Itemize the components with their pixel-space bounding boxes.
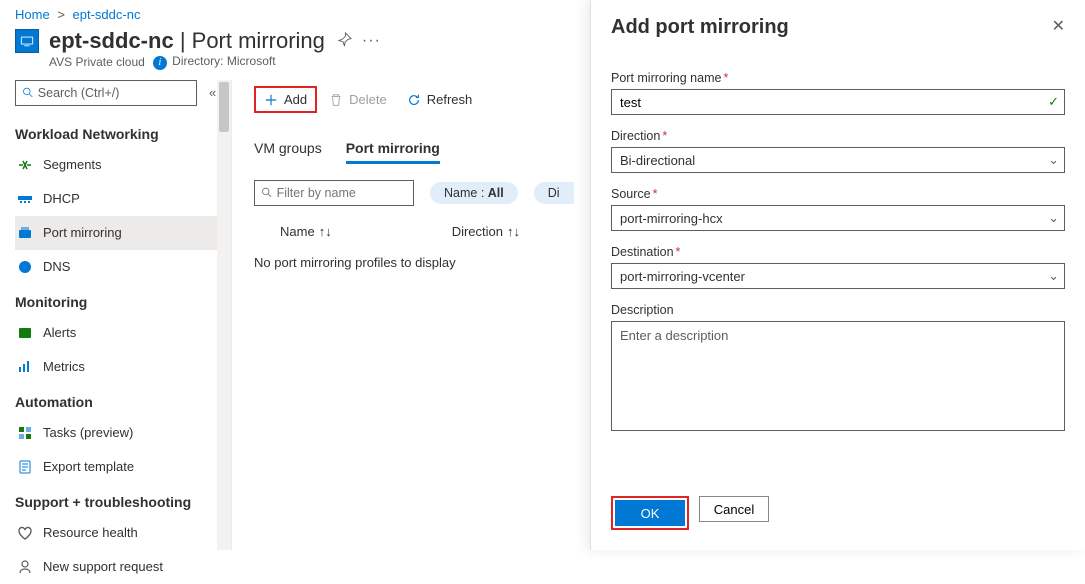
nav-group-monitoring: Monitoring — [15, 284, 231, 316]
page-title: ept-sddc-nc | Port mirroring — [49, 28, 325, 54]
nav-group-support: Support + troubleshooting — [15, 484, 231, 516]
search-icon — [261, 186, 273, 199]
resource-icon — [15, 29, 39, 53]
nav-alerts[interactable]: Alerts — [15, 316, 231, 350]
nav-resource-health[interactable]: Resource health — [15, 516, 231, 550]
chevron-down-icon: ⌄ — [1048, 210, 1059, 226]
close-icon[interactable]: ✕ — [1052, 16, 1065, 36]
nav-new-support[interactable]: New support request — [15, 550, 231, 584]
refresh-icon — [407, 93, 421, 107]
export-template-icon — [17, 459, 33, 475]
breadcrumb-resource[interactable]: ept-sddc-nc — [73, 7, 141, 22]
label-name: Port mirroring name* — [611, 71, 1065, 85]
valid-check-icon: ✓ — [1048, 94, 1059, 110]
sidebar-search[interactable] — [15, 80, 197, 106]
select-destination[interactable]: port-mirroring-vcenter — [611, 263, 1065, 289]
breadcrumb-home[interactable]: Home — [15, 7, 50, 22]
tasks-icon — [17, 425, 33, 441]
nav-port-mirroring[interactable]: Port mirroring — [15, 216, 231, 250]
panel-title: Add port mirroring — [611, 16, 789, 39]
plus-icon — [264, 93, 278, 107]
filter-pill-direction[interactable]: Di — [534, 182, 574, 204]
nav-dhcp[interactable]: DHCP — [15, 182, 231, 216]
nav-dns[interactable]: DNS — [15, 250, 231, 284]
filter-pill-name[interactable]: Name : All — [430, 182, 518, 204]
column-direction[interactable]: Direction ↑↓ — [452, 224, 520, 239]
nav-tasks[interactable]: Tasks (preview) — [15, 416, 231, 450]
nav-group-automation: Automation — [15, 384, 231, 416]
select-direction[interactable]: Bi-directional — [611, 147, 1065, 173]
dhcp-icon — [17, 191, 33, 207]
port-mirroring-icon — [17, 225, 33, 241]
chevron-down-icon: ⌄ — [1048, 152, 1059, 168]
nav-group-networking: Workload Networking — [15, 116, 231, 148]
pin-icon[interactable] — [337, 32, 352, 50]
nav-segments[interactable]: Segments — [15, 148, 231, 182]
delete-button: Delete — [321, 88, 395, 111]
resource-health-icon — [17, 525, 33, 541]
input-name[interactable] — [611, 89, 1065, 115]
label-source: Source* — [611, 187, 1065, 201]
refresh-button[interactable]: Refresh — [399, 88, 481, 111]
nav-metrics[interactable]: Metrics — [15, 350, 231, 384]
textarea-description[interactable] — [611, 321, 1065, 431]
segments-icon — [17, 157, 33, 173]
select-source[interactable]: port-mirroring-hcx — [611, 205, 1065, 231]
alerts-icon — [17, 325, 33, 341]
label-destination: Destination* — [611, 245, 1065, 259]
more-icon[interactable]: ··· — [362, 32, 381, 50]
label-direction: Direction* — [611, 129, 1065, 143]
support-request-icon — [17, 559, 33, 575]
ok-button[interactable]: OK — [615, 500, 685, 526]
filter-input[interactable] — [277, 186, 407, 200]
chevron-right-icon: > — [57, 7, 65, 22]
cancel-button[interactable]: Cancel — [699, 496, 769, 522]
chevron-down-icon: ⌄ — [1048, 268, 1059, 284]
search-icon — [22, 86, 34, 99]
sidebar: « Workload Networking Segments DHCP Port… — [0, 80, 232, 550]
column-name[interactable]: Name ↑↓ — [280, 224, 332, 239]
sort-icon: ↑↓ — [507, 224, 520, 239]
tab-vm-groups[interactable]: VM groups — [254, 134, 322, 164]
sort-icon: ↑↓ — [319, 224, 332, 239]
tab-port-mirroring[interactable]: Port mirroring — [346, 134, 440, 164]
metrics-icon — [17, 359, 33, 375]
nav-export-template[interactable]: Export template — [15, 450, 231, 484]
info-icon: i — [153, 56, 167, 70]
dns-icon — [17, 259, 33, 275]
filter-by-name[interactable] — [254, 180, 414, 206]
sidebar-scrollbar[interactable] — [217, 80, 231, 550]
add-button[interactable]: Add — [254, 86, 317, 113]
label-description: Description — [611, 303, 1065, 317]
sidebar-search-input[interactable] — [38, 86, 190, 100]
add-port-mirroring-panel: Add port mirroring ✕ Port mirroring name… — [590, 0, 1085, 550]
trash-icon — [329, 93, 343, 107]
